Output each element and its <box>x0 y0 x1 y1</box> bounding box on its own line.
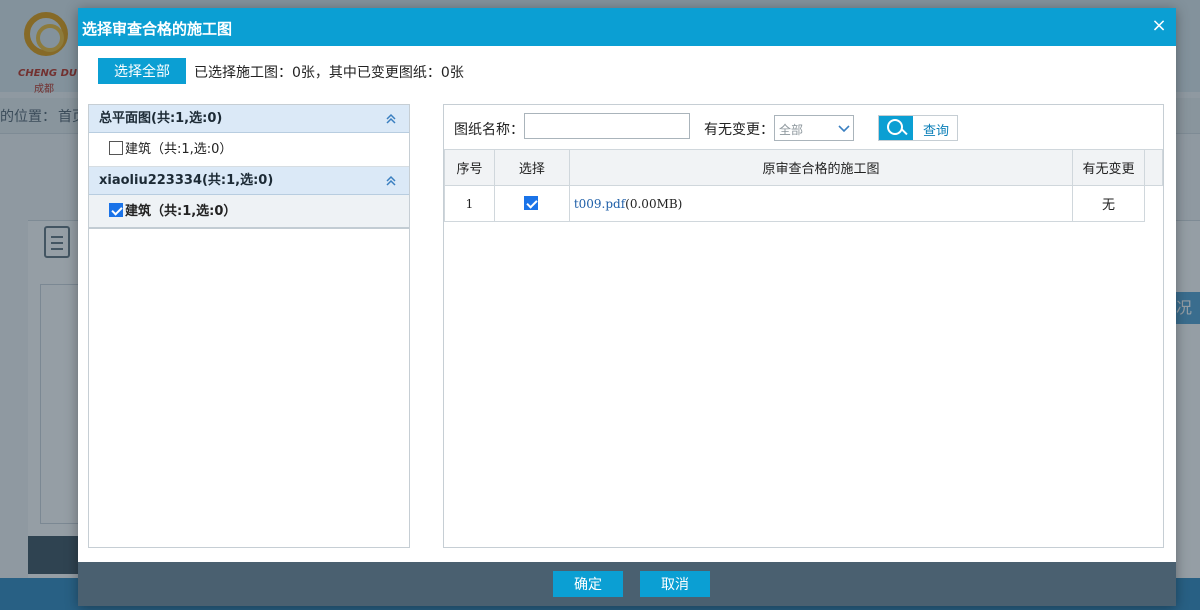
chevron-down-icon <box>838 123 850 133</box>
tree-item-label: 建筑（共:1,选:0） <box>125 204 237 219</box>
selection-summary: 已选择施工图：0张，其中已变更图纸：0张 <box>194 65 464 81</box>
change-filter-label: 有无变更： <box>704 122 774 138</box>
dialog-footer: 确定 取消 <box>78 562 1176 606</box>
drawing-list-panel: 图纸名称： 有无变更： 全部 查询 序号 选择 原审查合格的施工图 有无变更 1… <box>443 104 1164 548</box>
row-change: 无 <box>1072 185 1145 222</box>
drawing-name-label: 图纸名称： <box>454 122 524 138</box>
tree-group-title: xiaoliu223334(共:1,选:0) <box>99 173 274 188</box>
collapse-icon[interactable] <box>383 105 399 133</box>
tree-group-header[interactable]: xiaoliu223334(共:1,选:0) <box>89 167 409 195</box>
search-icon <box>879 116 913 140</box>
column-header-no: 序号 <box>444 149 495 186</box>
tree-item[interactable]: 建筑（共:1,选:0） <box>89 133 409 167</box>
drawing-table: 序号 选择 原审查合格的施工图 有无变更 1 t009.pdf(0.00MB) … <box>444 149 1163 222</box>
column-header-select: 选择 <box>493 149 570 186</box>
tree-item-selected[interactable]: 建筑（共:1,选:0） <box>89 195 409 229</box>
column-header-change: 有无变更 <box>1072 149 1145 186</box>
drawing-name-input[interactable] <box>524 113 690 139</box>
change-filter-value: 全部 <box>779 123 804 137</box>
dialog-title-bar: 选择审查合格的施工图 × <box>78 8 1176 46</box>
search-button-label: 查询 <box>923 124 950 139</box>
drawing-file-link[interactable]: t009.pdf <box>574 197 625 211</box>
cancel-button[interactable]: 取消 <box>640 571 710 597</box>
tree-item-checkbox-checked[interactable] <box>109 203 123 217</box>
search-button[interactable]: 查询 <box>878 115 958 141</box>
tree-group-header[interactable]: 总平面图(共:1,选:0) <box>89 105 409 133</box>
collapse-icon[interactable] <box>383 167 399 195</box>
confirm-button[interactable]: 确定 <box>553 571 623 597</box>
dialog-title: 选择审查合格的施工图 <box>82 20 233 38</box>
row-select-cell <box>493 185 570 222</box>
select-drawings-dialog: 选择审查合格的施工图 × 选择全部 已选择施工图：0张，其中已变更图纸：0张 总… <box>78 8 1176 606</box>
drawing-file-size: (0.00MB) <box>625 196 683 211</box>
change-filter-select[interactable]: 全部 <box>774 115 854 141</box>
table-row[interactable]: 1 t009.pdf(0.00MB) 无 <box>444 185 1163 222</box>
drawing-tree-panel: 总平面图(共:1,选:0) 建筑（共:1,选:0） xiaoliu223334(… <box>88 104 410 548</box>
close-icon[interactable]: × <box>1150 16 1168 36</box>
select-all-button[interactable]: 选择全部 <box>98 58 186 84</box>
table-header-row: 序号 选择 原审查合格的施工图 有无变更 <box>444 149 1163 186</box>
row-checkbox-checked[interactable] <box>523 195 538 210</box>
tree-item-label: 建筑（共:1,选:0） <box>125 142 233 157</box>
column-header-drawing: 原审查合格的施工图 <box>568 149 1074 186</box>
row-pad <box>1145 186 1163 222</box>
tree-item-checkbox[interactable] <box>109 141 123 155</box>
row-drawing-cell: t009.pdf(0.00MB) <box>568 185 1074 222</box>
column-header-scroll <box>1144 149 1163 186</box>
tree-group-title: 总平面图(共:1,选:0) <box>99 111 223 126</box>
row-number: 1 <box>444 185 495 222</box>
